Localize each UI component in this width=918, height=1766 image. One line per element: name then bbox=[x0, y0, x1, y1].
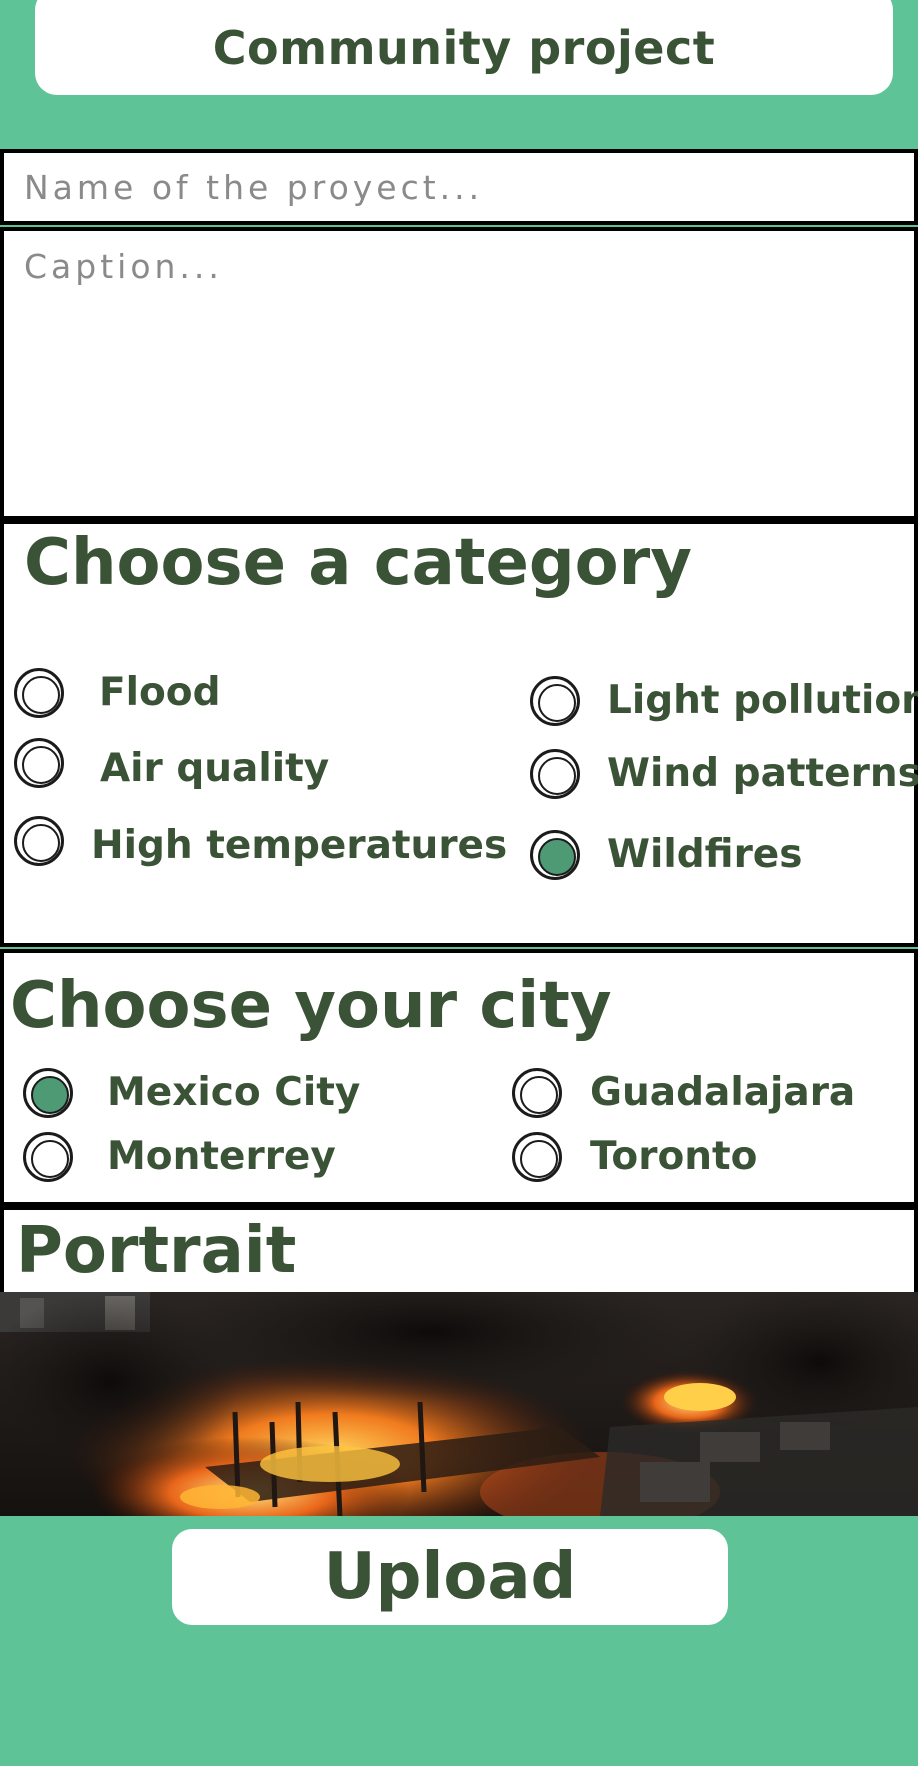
radio-toronto[interactable] bbox=[512, 1132, 562, 1182]
option-label-high-temperatures[interactable]: High temperatures bbox=[91, 823, 507, 868]
radio-air-quality[interactable] bbox=[14, 738, 64, 788]
header-bar: Community project bbox=[35, 0, 893, 95]
option-label-light-pollution[interactable]: Light pollution bbox=[607, 678, 918, 723]
option-label-monterrey[interactable]: Monterrey bbox=[107, 1134, 336, 1179]
radio-monterrey[interactable] bbox=[23, 1132, 73, 1182]
portrait-heading: Portrait bbox=[16, 1214, 297, 1288]
upload-button[interactable]: Upload bbox=[172, 1529, 728, 1625]
project-name-input[interactable] bbox=[4, 153, 914, 221]
option-label-wildfires[interactable]: Wildfires bbox=[607, 832, 802, 877]
option-label-wind-patterns[interactable]: Wind patterns bbox=[607, 751, 918, 796]
radio-guadalajara[interactable] bbox=[512, 1068, 562, 1118]
option-label-guadalajara[interactable]: Guadalajara bbox=[590, 1070, 855, 1115]
caption-field[interactable] bbox=[0, 227, 918, 520]
option-label-toronto[interactable]: Toronto bbox=[590, 1134, 757, 1179]
option-label-air-quality[interactable]: Air quality bbox=[100, 746, 329, 791]
page-title: Community project bbox=[212, 20, 716, 75]
caption-input[interactable] bbox=[4, 231, 914, 516]
option-label-flood[interactable]: Flood bbox=[99, 670, 221, 715]
project-name-field[interactable] bbox=[0, 149, 918, 225]
option-label-mexico-city[interactable]: Mexico City bbox=[107, 1070, 360, 1115]
radio-light-pollution[interactable] bbox=[530, 676, 580, 726]
upload-label: Upload bbox=[323, 1540, 577, 1614]
city-heading: Choose your city bbox=[10, 969, 612, 1043]
category-heading: Choose a category bbox=[24, 526, 692, 600]
category-section: Choose a category Flood Air quality High… bbox=[0, 520, 918, 947]
radio-wildfires[interactable] bbox=[530, 830, 580, 880]
radio-high-temperatures[interactable] bbox=[14, 816, 64, 866]
radio-flood[interactable] bbox=[14, 668, 64, 718]
radio-mexico-city[interactable] bbox=[23, 1068, 73, 1118]
portrait-section: Portrait bbox=[0, 1206, 918, 1296]
portrait-image bbox=[0, 1292, 918, 1516]
radio-wind-patterns[interactable] bbox=[530, 749, 580, 799]
city-section: Choose your city Mexico City Monterrey G… bbox=[0, 949, 918, 1206]
